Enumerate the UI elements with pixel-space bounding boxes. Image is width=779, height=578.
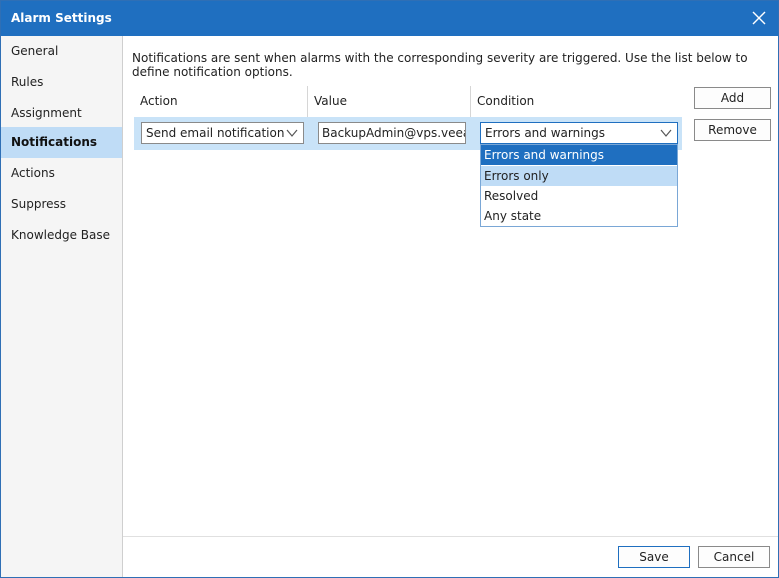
alarm-settings-dialog: Alarm Settings General Rules Assignment … — [0, 0, 779, 578]
sidebar-item-rules[interactable]: Rules — [1, 67, 122, 98]
condition-option-resolved[interactable]: Resolved — [481, 186, 677, 206]
sidebar-item-label: Assignment — [11, 106, 82, 120]
sidebar-item-assignment[interactable]: Assignment — [1, 98, 122, 129]
sidebar-item-label: Notifications — [11, 135, 98, 149]
notifications-panel: Notifications are sent when alarms with … — [123, 36, 778, 577]
dialog-title: Alarm Settings — [11, 11, 112, 25]
sidebar-item-label: General — [11, 44, 59, 58]
table-header: Action Value Condition — [134, 86, 682, 118]
remove-button[interactable]: Remove — [694, 119, 771, 141]
value-input-text: BackupAdmin@vps.veeam. — [322, 126, 465, 140]
sidebar-item-actions[interactable]: Actions — [1, 158, 122, 189]
condition-option-errors-and-warnings[interactable]: Errors and warnings — [481, 145, 677, 165]
title-bar: Alarm Settings — [1, 1, 778, 36]
cancel-button[interactable]: Cancel — [698, 546, 770, 568]
sidebar-item-knowledge-base[interactable]: Knowledge Base — [1, 220, 122, 251]
notifications-description: Notifications are sent when alarms with … — [132, 51, 748, 79]
condition-select-value: Errors and warnings — [485, 126, 606, 140]
save-button[interactable]: Save — [618, 546, 690, 568]
sidebar-item-label: Actions — [11, 166, 55, 180]
sidebar-item-notifications[interactable]: Notifications — [1, 127, 122, 158]
column-header-condition[interactable]: Condition — [471, 86, 682, 117]
column-header-value[interactable]: Value — [308, 86, 470, 117]
action-select-value: Send email notification — [146, 126, 285, 140]
condition-option-errors-only[interactable]: Errors only — [481, 166, 677, 186]
chevron-down-icon — [660, 129, 672, 137]
sidebar-item-label: Rules — [11, 75, 44, 89]
action-select[interactable]: Send email notification — [141, 122, 304, 144]
chevron-down-icon — [286, 129, 298, 137]
value-input[interactable]: BackupAdmin@vps.veeam. — [318, 122, 466, 144]
condition-select[interactable]: Errors and warnings — [480, 122, 678, 144]
add-button[interactable]: Add — [694, 87, 771, 109]
sidebar-item-label: Suppress — [11, 197, 67, 211]
sidebar-item-general[interactable]: General — [1, 36, 122, 67]
condition-dropdown-list: Errors and warnings Errors only Resolved… — [480, 144, 678, 227]
column-header-action[interactable]: Action — [134, 86, 306, 117]
sidebar-nav: General Rules Assignment Notifications A… — [1, 36, 123, 577]
footer-divider — [123, 536, 778, 537]
condition-option-any-state[interactable]: Any state — [481, 206, 677, 226]
close-icon[interactable] — [750, 9, 768, 27]
sidebar-item-suppress[interactable]: Suppress — [1, 189, 122, 220]
sidebar-item-label: Knowledge Base — [11, 228, 110, 242]
